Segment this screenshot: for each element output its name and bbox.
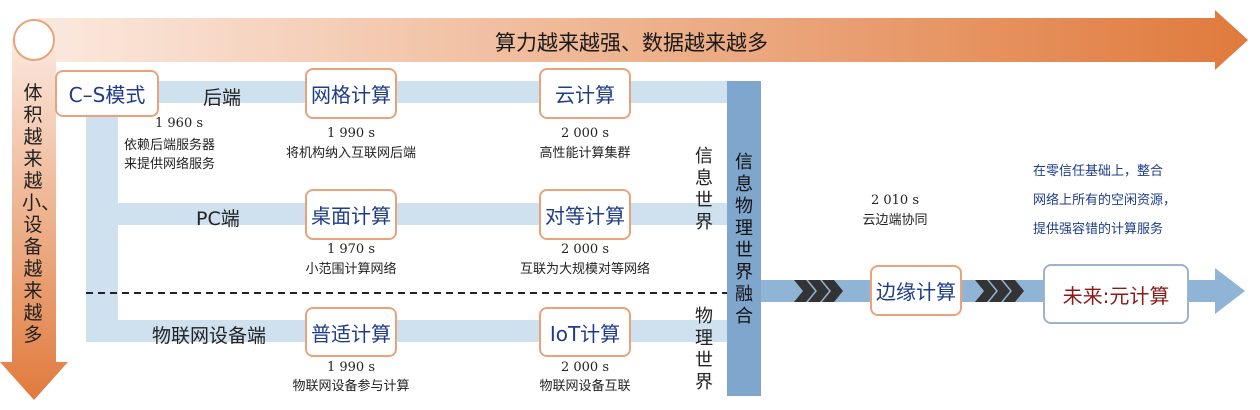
cs-year: 1 960 s (155, 116, 204, 131)
left-banner-label: 体积越来越小、设备越来越多 (22, 82, 61, 346)
p2p-desc: 互联为大规模对等网络 (519, 262, 650, 277)
vertical-connector (86, 81, 118, 342)
pervasive-year: 1 990 s (326, 360, 376, 375)
desktop-desc: 小范围计算网络 (305, 262, 397, 277)
meta-desc-line1: 在零信任基础上，整合 (1033, 164, 1164, 179)
grid-year: 1 990 s (326, 126, 376, 141)
cloud-desc: 高性能计算集群 (539, 146, 631, 161)
cloud-year: 2 000 s (560, 126, 610, 141)
meta-desc-line2: 网络上所有的空闲资源， (1033, 193, 1177, 208)
row-label-backend: 后端 (203, 87, 242, 109)
meta-desc-line3: 提供强容错的计算服务 (1033, 222, 1164, 237)
iot-year: 2 000 s (560, 360, 610, 375)
node-iot-computing: IoT计算 (539, 307, 631, 357)
node-meta-computing: 未来:元计算 (1043, 264, 1189, 324)
node-p2p-computing: 对等计算 (539, 189, 631, 240)
diagram-stage: 算力越来越强、数据越来越多 体积越来越小、设备越来越多 后端 PC端 物联网设备… (0, 0, 1260, 410)
edge-year: 2 010 s (870, 193, 920, 208)
edge-desc: 云边端协同 (862, 213, 928, 228)
node-desktop-computing: 桌面计算 (305, 189, 397, 240)
cs-desc-line2: 来提供网络服务 (124, 157, 216, 172)
cs-desc-line1: 依赖后端服务器 (124, 138, 216, 153)
p2p-year: 2 000 s (560, 242, 610, 257)
physical-world-label: 物理世界 (695, 306, 713, 393)
row-label-iot: 物联网设备端 (152, 325, 267, 347)
node-cs-mode: C–S模式 (55, 70, 159, 117)
desktop-year: 1 970 s (326, 242, 376, 257)
node-edge-computing: 边缘计算 (870, 265, 962, 316)
top-banner-label: 算力越来越强、数据越来越多 (495, 31, 768, 55)
grid-desc: 将机构纳入互联网后端 (285, 146, 416, 161)
info-world-label: 信息世界 (695, 146, 713, 233)
node-pervasive-computing: 普适计算 (305, 307, 397, 357)
pervasive-desc: 物联网设备参与计算 (292, 379, 410, 394)
row-label-pc: PC端 (196, 208, 240, 230)
corner-circle (13, 19, 55, 61)
iot-desc: 物联网设备互联 (539, 379, 631, 394)
cps-fusion-label: 信息物理世界融合 (735, 152, 753, 327)
node-grid-computing: 网格计算 (305, 68, 397, 119)
node-cloud-computing: 云计算 (539, 68, 631, 119)
